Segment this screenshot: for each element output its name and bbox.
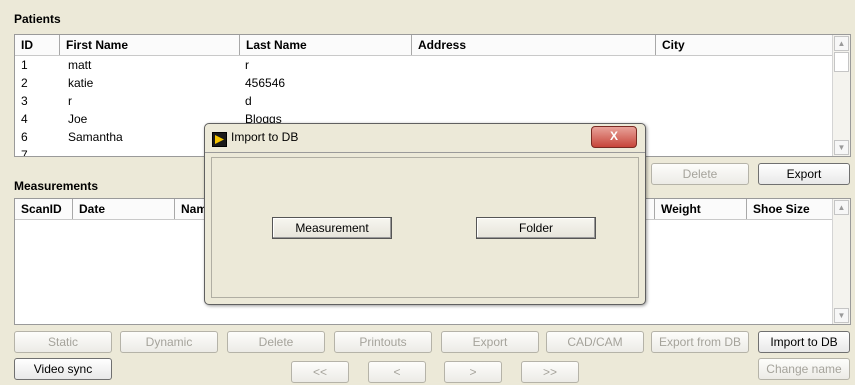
nav-prev-button[interactable]: <	[368, 361, 426, 383]
close-icon[interactable]: X	[591, 126, 637, 148]
scroll-up-icon[interactable]: ▲	[834, 200, 849, 215]
scroll-up-icon[interactable]: ▲	[834, 36, 849, 51]
patients-table-header: ID First Name Last Name Address City	[15, 35, 833, 56]
cadcam-button[interactable]: CAD/CAM	[546, 331, 644, 353]
table-row[interactable]: 1 matt r	[15, 56, 833, 74]
scroll-down-icon[interactable]: ▼	[834, 140, 849, 155]
measurement-button[interactable]: Measurement	[272, 217, 392, 239]
col-scanid[interactable]: ScanID	[15, 199, 73, 219]
cell-first-name: Joe	[68, 112, 88, 126]
export-button[interactable]: Export	[441, 331, 539, 353]
delete-button[interactable]: Delete	[227, 331, 325, 353]
export-from-db-button[interactable]: Export from DB	[651, 331, 749, 353]
cell-id: 7	[21, 148, 28, 157]
col-weight[interactable]: Weight	[655, 199, 747, 219]
cell-id: 4	[21, 112, 28, 126]
cell-first-name: Samantha	[68, 130, 123, 144]
cell-last-name: 456546	[245, 76, 286, 90]
patients-delete-button[interactable]: Delete	[651, 163, 749, 185]
cell-id: 6	[21, 130, 28, 144]
table-row[interactable]: 2 katie 456546	[15, 74, 833, 92]
nav-next-button[interactable]: >	[444, 361, 502, 383]
cell-last-name: r	[245, 58, 249, 72]
col-id[interactable]: ID	[15, 35, 60, 55]
col-first-name[interactable]: First Name	[60, 35, 240, 55]
nav-last-button[interactable]: >>	[521, 361, 579, 383]
video-sync-button[interactable]: Video sync	[14, 358, 112, 380]
nav-first-button[interactable]: <<	[291, 361, 349, 383]
static-button[interactable]: Static	[14, 331, 112, 353]
col-shoe-size[interactable]: Shoe Size	[747, 199, 833, 219]
change-name-button[interactable]: Change name	[758, 358, 850, 380]
measurements-section-title: Measurements	[14, 179, 99, 193]
scroll-thumb[interactable]	[834, 52, 849, 72]
printouts-button[interactable]: Printouts	[334, 331, 432, 353]
patients-section-title: Patients	[14, 12, 61, 26]
cell-first-name: r	[68, 94, 72, 108]
app-icon	[212, 132, 227, 147]
scroll-down-icon[interactable]: ▼	[834, 308, 849, 323]
import-to-db-dialog: Import to DB X Measurement Folder	[204, 123, 646, 305]
cell-first-name: katie	[68, 76, 94, 90]
dynamic-button[interactable]: Dynamic	[120, 331, 218, 353]
patients-scrollbar[interactable]: ▲ ▼	[832, 35, 850, 156]
cell-id: 2	[21, 76, 28, 90]
patients-export-button[interactable]: Export	[758, 163, 850, 185]
cell-last-name: d	[245, 94, 252, 108]
dialog-titlebar[interactable]: Import to DB X	[205, 124, 645, 153]
cell-id: 3	[21, 94, 28, 108]
measurements-scrollbar[interactable]: ▲ ▼	[832, 199, 850, 324]
dialog-body: Measurement Folder	[211, 157, 639, 298]
import-to-db-button[interactable]: Import to DB	[758, 331, 850, 353]
cell-first-name: matt	[68, 58, 92, 72]
col-address[interactable]: Address	[412, 35, 656, 55]
folder-button[interactable]: Folder	[476, 217, 596, 239]
cell-id: 1	[21, 58, 28, 72]
col-last-name[interactable]: Last Name	[240, 35, 412, 55]
dialog-title: Import to DB	[231, 130, 299, 144]
col-city[interactable]: City	[656, 35, 833, 55]
table-row[interactable]: 3 r d	[15, 92, 833, 110]
col-date[interactable]: Date	[73, 199, 175, 219]
